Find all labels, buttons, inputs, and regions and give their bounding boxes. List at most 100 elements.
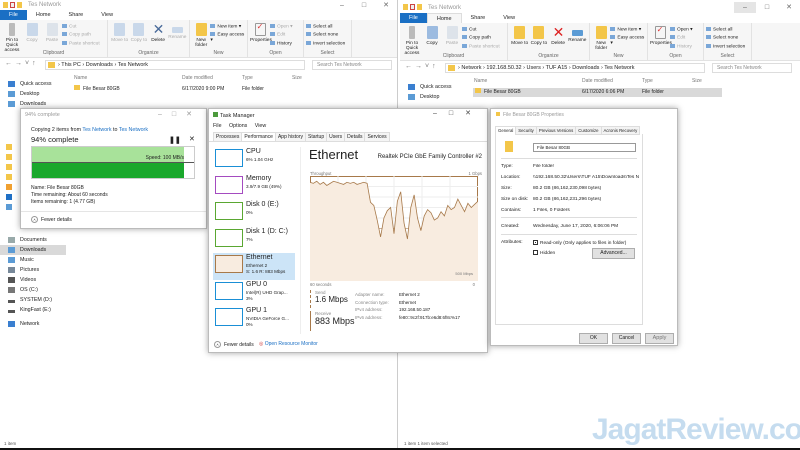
address-bar[interactable]: › This PC › Downloads › Tes Network <box>45 60 305 70</box>
cancel-button[interactable]: Cancel <box>612 333 641 344</box>
column-name[interactable]: Name <box>474 78 487 84</box>
divider <box>501 217 637 218</box>
column-date[interactable]: Date modified <box>582 78 613 84</box>
column-date[interactable]: Date modified <box>182 75 213 81</box>
tm-item-cpu[interactable]: CPU 6% 1.04 GHz <box>213 147 295 174</box>
easy-access-button[interactable]: Easy access ▾ <box>610 35 645 46</box>
column-size[interactable]: Size <box>292 75 302 81</box>
sidebar-os-c[interactable]: OS (C:) <box>0 285 66 295</box>
file-name: File Besar 80GB <box>484 89 521 95</box>
column-type[interactable]: Type <box>642 78 653 84</box>
tm-item-disk-1-d-c-[interactable]: Disk 1 (D: C:) 7% <box>213 227 295 254</box>
tab-file[interactable]: File <box>400 13 427 23</box>
easy-access-button[interactable]: Easy access ▾ <box>210 32 245 43</box>
invert-selection-button[interactable]: Invert selection <box>706 44 745 49</box>
tm-item-ethernet[interactable]: Ethernet Ethernet 2 S: 1.6 R: 883 Mbps <box>213 253 295 280</box>
tm-item-gpu-0[interactable]: GPU 0 Intel(R) UHD Grap... 3% <box>213 280 295 307</box>
sidebar-kingfast-e[interactable]: KingFast (E:) <box>0 305 66 315</box>
new-item-button[interactable]: New item ▾ <box>210 24 245 29</box>
paste-shortcut-button[interactable]: Paste shortcut <box>462 44 500 49</box>
close-button[interactable]: ✕ <box>778 2 800 13</box>
tab-home[interactable]: Home <box>426 13 462 23</box>
sidebar-system-d[interactable]: SYSTEM (D:) <box>0 295 66 305</box>
tm-item-gpu-1[interactable]: GPU 1 NVIDIA GeForce G... 0% <box>213 306 295 333</box>
sidebar-music[interactable]: Music <box>0 255 66 265</box>
send-value: 1.6 Mbps <box>315 295 348 304</box>
organize-group: Move to Copy to ✕ Delete Rename Organize <box>108 20 190 57</box>
tab-view[interactable]: View <box>494 13 524 23</box>
dialog-controls[interactable]: –□✕ <box>158 110 202 118</box>
column-name[interactable]: Name <box>74 75 87 81</box>
group-label: New <box>213 50 224 56</box>
column-size[interactable]: Size <box>692 78 702 84</box>
dest-link[interactable]: Tes Network <box>119 127 148 133</box>
sidebar-pictures[interactable]: Pictures <box>0 265 66 275</box>
copy-path-button[interactable]: Copy path <box>62 32 100 38</box>
sidebar-quick-access[interactable]: Quick access <box>0 79 66 89</box>
tm-item-disk-0-e-[interactable]: Disk 0 (E:) 0% <box>213 200 295 227</box>
folder-name-input[interactable]: File Besar 80GB <box>533 143 636 152</box>
copy-description: Copying 2 items from Tes Network to Tes … <box>31 127 148 133</box>
search-input[interactable]: Search Tes Network <box>312 60 392 70</box>
sidebar-network[interactable]: Network <box>0 319 66 329</box>
tab-file[interactable]: File <box>0 10 27 20</box>
tm-fewer-details[interactable]: ˄ Fewer details <box>214 341 254 348</box>
history-button[interactable]: History <box>670 44 692 49</box>
address-bar[interactable]: › Network › 192.168.50.32 › Users › TUF … <box>445 63 705 73</box>
open-button[interactable]: Open ▾ <box>670 27 692 32</box>
menu-options[interactable]: Options <box>229 123 247 129</box>
sidebar-documents[interactable]: Documents <box>0 235 66 245</box>
menu-file[interactable]: File <box>213 123 222 129</box>
file-name: File Besar 80GB <box>83 86 120 92</box>
sidebar-videos[interactable]: Videos <box>0 275 66 285</box>
select-all-button[interactable]: Select all <box>706 27 745 32</box>
sidebar-quick-access[interactable]: Quick access <box>400 82 470 92</box>
created-value: Wednesday, June 17, 2020, 6:06:06 PM <box>533 224 619 229</box>
copy-path-button[interactable]: Copy path <box>462 35 500 41</box>
invert-selection-button[interactable]: Invert selection <box>306 41 345 46</box>
apply-button[interactable]: Apply <box>645 333 674 344</box>
minimize-button[interactable]: – <box>734 2 756 13</box>
advanced-button[interactable]: Advanced... <box>592 248 635 259</box>
maximize-button[interactable]: □ <box>756 2 778 13</box>
readonly-checkbox[interactable]: Read-only (Only applies to files in fold… <box>533 240 626 246</box>
menu-view[interactable]: View <box>255 123 266 129</box>
cut-button[interactable]: Cut <box>462 27 500 32</box>
sidebar-desktop[interactable]: Desktop <box>0 89 66 99</box>
column-type[interactable]: Type <box>242 75 253 81</box>
sidebar-downloads-pc[interactable]: Downloads <box>0 245 66 255</box>
nav-buttons[interactable]: ←→˅↑ <box>5 60 39 67</box>
fewer-details-button[interactable]: ˄ Fewer details <box>31 216 72 223</box>
tab-share[interactable]: Share <box>60 10 93 20</box>
hidden-checkbox[interactable]: Hidden <box>533 250 555 256</box>
tab-share[interactable]: Share <box>462 13 495 23</box>
source-link[interactable]: Tes Network <box>82 127 111 133</box>
select-all-button[interactable]: Select all <box>306 24 345 29</box>
edit-button[interactable]: Edit <box>270 32 292 38</box>
new-item-button[interactable]: New item ▾ <box>610 27 645 32</box>
window-controls[interactable]: – □ ✕ <box>734 2 800 13</box>
edit-button[interactable]: Edit <box>670 35 692 41</box>
file-row-selected[interactable]: File Besar 80GB 6/17/2020 6:06 PM File f… <box>473 88 722 97</box>
tm-window-controls[interactable]: –□✕ <box>433 109 483 117</box>
open-resource-monitor-link[interactable]: ◎ Open Resource Monitor <box>259 341 318 347</box>
open-button[interactable]: Open ▾ <box>270 24 292 29</box>
search-input[interactable]: Search Tes Network <box>712 63 792 73</box>
paste-shortcut-button[interactable]: Paste shortcut <box>62 41 100 46</box>
file-row[interactable]: File Besar 80GB 6/17/2020 9:00 PM File f… <box>74 85 314 94</box>
pause-button[interactable]: ❚❚ <box>169 136 181 144</box>
sidebar-desktop[interactable]: Desktop <box>400 92 470 102</box>
cancel-copy-button[interactable]: ✕ <box>189 135 195 143</box>
nav-buttons[interactable]: ←→˅↑ <box>405 63 439 70</box>
tm-item-memory[interactable]: Memory 3.9/7.9 GB (49%) <box>213 174 295 201</box>
history-button[interactable]: History <box>270 41 292 46</box>
tab-home[interactable]: Home <box>27 10 60 20</box>
select-none-button[interactable]: Select none <box>706 35 745 41</box>
watermark-logo: JagatReview.com <box>592 413 800 446</box>
select-none-button[interactable]: Select none <box>306 32 345 38</box>
cut-button[interactable]: Cut <box>62 24 100 29</box>
mini-graph <box>215 175 243 194</box>
divider <box>300 147 301 334</box>
tab-view[interactable]: View <box>92 10 122 20</box>
ok-button[interactable]: OK <box>579 333 608 344</box>
